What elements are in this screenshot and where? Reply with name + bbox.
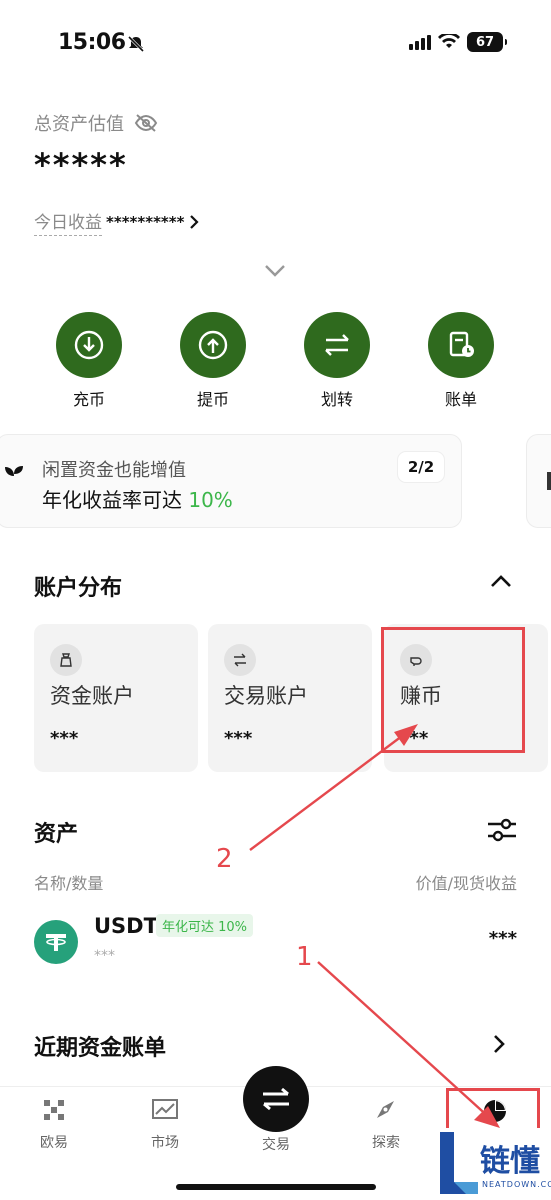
annotation-step-2: 2 [216, 844, 233, 874]
annotation-arrows [249, 724, 500, 1128]
home-indicator [176, 1184, 376, 1190]
watermark-subtext: NEATDOWN.COM [482, 1180, 551, 1189]
annotation-step-1: 1 [296, 942, 313, 972]
watermark-text: 链懂 [480, 1144, 540, 1179]
watermark-l-logo [440, 1132, 478, 1194]
